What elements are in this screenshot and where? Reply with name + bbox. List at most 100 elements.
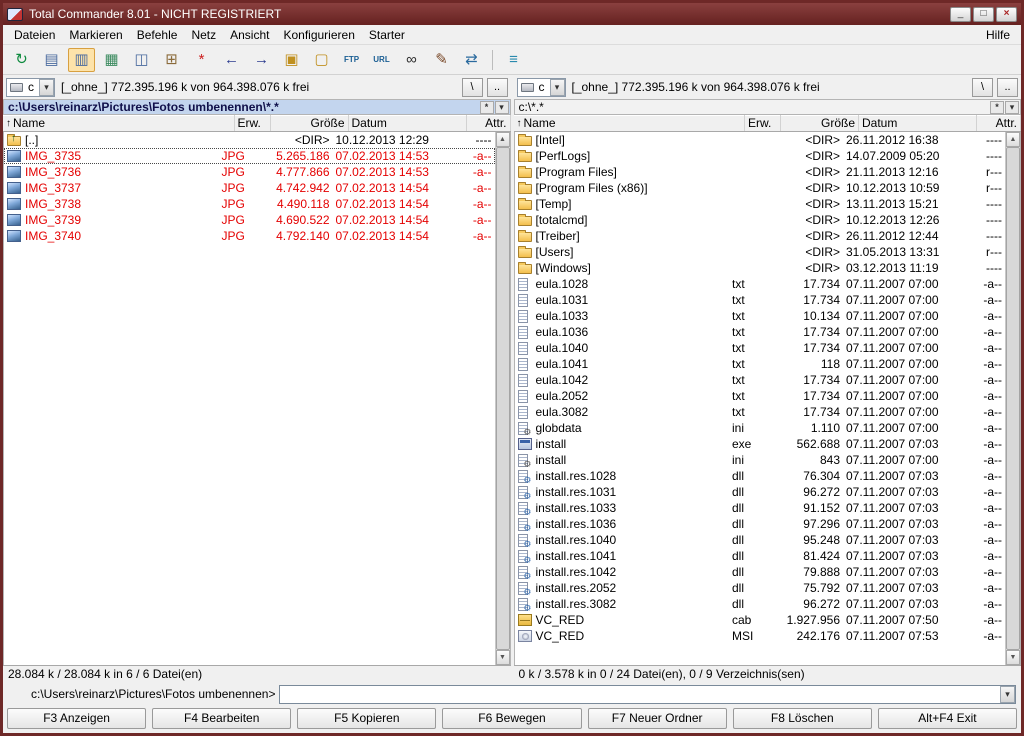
left-vertical-scrollbar[interactable] xyxy=(495,132,510,665)
ftp-url-button[interactable]: URL xyxy=(368,48,395,72)
left-root-dir-button[interactable]: \ xyxy=(462,78,483,97)
menu-dateien[interactable]: Dateien xyxy=(7,26,62,44)
dir-row[interactable]: [Program Files (x86)]<DIR>10.12.2013 10:… xyxy=(515,180,1006,196)
f4-edit-button[interactable]: F4 Bearbeiten xyxy=(152,708,291,729)
file-row[interactable]: install.res.1041dll81.42407.11.2007 07:0… xyxy=(515,548,1006,564)
minimize-button[interactable]: _ xyxy=(950,7,971,22)
right-vertical-scrollbar[interactable] xyxy=(1005,132,1020,665)
column-header-name[interactable]: ↑ Name xyxy=(514,115,746,131)
file-row[interactable]: eula.1041txt11807.11.2007 07:00-a-- xyxy=(515,356,1006,372)
scrollbar-thumb[interactable] xyxy=(1006,147,1020,650)
left-path-bar[interactable]: c:\Users\reinarz\Pictures\Fotos umbenenn… xyxy=(3,99,511,115)
scrollbar-track[interactable] xyxy=(496,147,510,650)
alt-f4-exit-button[interactable]: Alt+F4 Exit xyxy=(878,708,1017,729)
forward-button[interactable]: → xyxy=(248,48,275,72)
file-row[interactable]: install.res.2052dll75.79207.11.2007 07:0… xyxy=(515,580,1006,596)
favorites-star-icon[interactable] xyxy=(480,101,494,114)
column-header-name[interactable]: ↑ Name xyxy=(3,115,235,131)
file-row[interactable]: eula.1036txt17.73407.11.2007 07:00-a-- xyxy=(515,324,1006,340)
scroll-up-icon[interactable] xyxy=(1006,132,1020,147)
column-header-ext[interactable]: Erw. xyxy=(235,115,271,131)
command-line-input[interactable] xyxy=(280,686,1000,703)
scrollbar-track[interactable] xyxy=(1006,147,1020,650)
menu-konfigurieren[interactable]: Konfigurieren xyxy=(276,26,361,44)
menu-befehle[interactable]: Befehle xyxy=(130,26,185,44)
file-row[interactable]: eula.1028txt17.73407.11.2007 07:00-a-- xyxy=(515,276,1006,292)
maximize-button[interactable]: □ xyxy=(973,7,994,22)
title-bar[interactable]: Total Commander 8.01 - NICHT REGISTRIERT… xyxy=(3,3,1021,25)
unpack-files-button[interactable]: ▢ xyxy=(308,48,335,72)
close-button[interactable]: × xyxy=(996,7,1017,22)
quick-view-button[interactable]: ◫ xyxy=(128,48,155,72)
menu-hilfe[interactable]: Hilfe xyxy=(979,26,1017,44)
file-row[interactable]: install.res.3082dll96.27207.11.2007 07:0… xyxy=(515,596,1006,612)
file-row[interactable]: IMG_3737JPG4.742.94207.02.2013 14:54-a-- xyxy=(4,180,495,196)
file-row[interactable]: eula.2052txt17.73407.11.2007 07:00-a-- xyxy=(515,388,1006,404)
column-header-date[interactable]: Datum xyxy=(349,115,467,131)
back-button[interactable]: ← xyxy=(218,48,245,72)
dir-row[interactable]: [Temp]<DIR>13.11.2013 15:21---- xyxy=(515,196,1006,212)
history-dropdown-icon[interactable] xyxy=(495,101,509,114)
f8-delete-button[interactable]: F8 Löschen xyxy=(733,708,872,729)
file-row[interactable]: install.res.1031dll96.27207.11.2007 07:0… xyxy=(515,484,1006,500)
scroll-down-icon[interactable] xyxy=(1006,650,1020,665)
file-row[interactable]: VC_REDcab1.927.95607.11.2007 07:50-a-- xyxy=(515,612,1006,628)
multi-rename-button[interactable]: ✎ xyxy=(428,48,455,72)
dir-row[interactable]: [Windows]<DIR>03.12.2013 11:19---- xyxy=(515,260,1006,276)
scroll-down-icon[interactable] xyxy=(496,650,510,665)
column-header-size[interactable]: Größe xyxy=(781,115,859,131)
menu-markieren[interactable]: Markieren xyxy=(62,26,129,44)
f6-move-button[interactable]: F6 Bewegen xyxy=(442,708,581,729)
f3-view-button[interactable]: F3 Anzeigen xyxy=(7,708,146,729)
right-path-bar[interactable]: c:\*.* xyxy=(514,99,1022,115)
column-header-attr[interactable]: Attr. xyxy=(467,115,511,131)
dir-row[interactable]: [totalcmd]<DIR>10.12.2013 12:26---- xyxy=(515,212,1006,228)
file-row[interactable]: IMG_3739JPG4.690.52207.02.2013 14:54-a-- xyxy=(4,212,495,228)
file-row[interactable]: IMG_3736JPG4.777.86607.02.2013 14:53-a-- xyxy=(4,164,495,180)
full-view-button[interactable]: ▥ xyxy=(68,48,95,72)
file-row[interactable]: VC_REDMSI242.17607.11.2007 07:53-a-- xyxy=(515,628,1006,644)
file-row[interactable]: eula.1033txt10.13407.11.2007 07:00-a-- xyxy=(515,308,1006,324)
history-dropdown-icon[interactable] xyxy=(1005,101,1019,114)
file-row[interactable]: installini84307.11.2007 07:00-a-- xyxy=(515,452,1006,468)
file-row[interactable]: IMG_3735JPG5.265.18607.02.2013 14:53-a-- xyxy=(4,148,495,164)
command-history-arrow[interactable] xyxy=(1000,686,1015,703)
file-row[interactable]: install.res.1028dll76.30407.11.2007 07:0… xyxy=(515,468,1006,484)
right-parent-dir-button[interactable]: .. xyxy=(997,78,1018,97)
file-row[interactable]: IMG_3738JPG4.490.11807.02.2013 14:54-a-- xyxy=(4,196,495,212)
right-drive-selector[interactable]: c xyxy=(517,78,566,97)
dir-row[interactable]: [Intel]<DIR>26.11.2012 16:38---- xyxy=(515,132,1006,148)
file-row[interactable]: eula.3082txt17.73407.11.2007 07:00-a-- xyxy=(515,404,1006,420)
file-row[interactable]: eula.1042txt17.73407.11.2007 07:00-a-- xyxy=(515,372,1006,388)
file-row[interactable]: install.res.1033dll91.15207.11.2007 07:0… xyxy=(515,500,1006,516)
drive-dropdown-arrow[interactable] xyxy=(550,79,565,96)
left-parent-dir-button[interactable]: .. xyxy=(487,78,508,97)
f5-copy-button[interactable]: F5 Kopieren xyxy=(297,708,436,729)
column-header-ext[interactable]: Erw. xyxy=(745,115,781,131)
file-row[interactable]: IMG_3740JPG4.792.14007.02.2013 14:54-a-- xyxy=(4,228,495,244)
file-row[interactable]: install.res.1036dll97.29607.11.2007 07:0… xyxy=(515,516,1006,532)
file-row[interactable]: install.res.1040dll95.24807.11.2007 07:0… xyxy=(515,532,1006,548)
file-row[interactable]: globdataini1.11007.11.2007 07:00-a-- xyxy=(515,420,1006,436)
file-row[interactable]: install.res.1042dll79.88807.11.2007 07:0… xyxy=(515,564,1006,580)
dir-row[interactable]: [..]<DIR>10.12.2013 12:29---- xyxy=(4,132,495,148)
menu-starter[interactable]: Starter xyxy=(362,26,412,44)
search-files-button[interactable]: ∞ xyxy=(398,48,425,72)
run-command-button[interactable]: * xyxy=(188,48,215,72)
menu-ansicht[interactable]: Ansicht xyxy=(223,26,276,44)
dir-row[interactable]: [Treiber]<DIR>26.11.2012 12:44---- xyxy=(515,228,1006,244)
column-header-date[interactable]: Datum xyxy=(859,115,977,131)
brief-view-button[interactable]: ▤ xyxy=(38,48,65,72)
column-header-attr[interactable]: Attr. xyxy=(977,115,1021,131)
thumbnails-view-button[interactable]: ▦ xyxy=(98,48,125,72)
ftp-connect-button[interactable]: FTP xyxy=(338,48,365,72)
left-drive-selector[interactable]: c xyxy=(6,78,55,97)
menu-netz[interactable]: Netz xyxy=(184,26,223,44)
scroll-up-icon[interactable] xyxy=(496,132,510,147)
file-row[interactable]: installexe562.68807.11.2007 07:03-a-- xyxy=(515,436,1006,452)
dir-row[interactable]: [Users]<DIR>31.05.2013 13:31r--- xyxy=(515,244,1006,260)
dir-row[interactable]: [PerfLogs]<DIR>14.07.2009 05:20---- xyxy=(515,148,1006,164)
right-root-dir-button[interactable]: \ xyxy=(972,78,993,97)
drive-dropdown-arrow[interactable] xyxy=(39,79,54,96)
file-row[interactable]: eula.1031txt17.73407.11.2007 07:00-a-- xyxy=(515,292,1006,308)
